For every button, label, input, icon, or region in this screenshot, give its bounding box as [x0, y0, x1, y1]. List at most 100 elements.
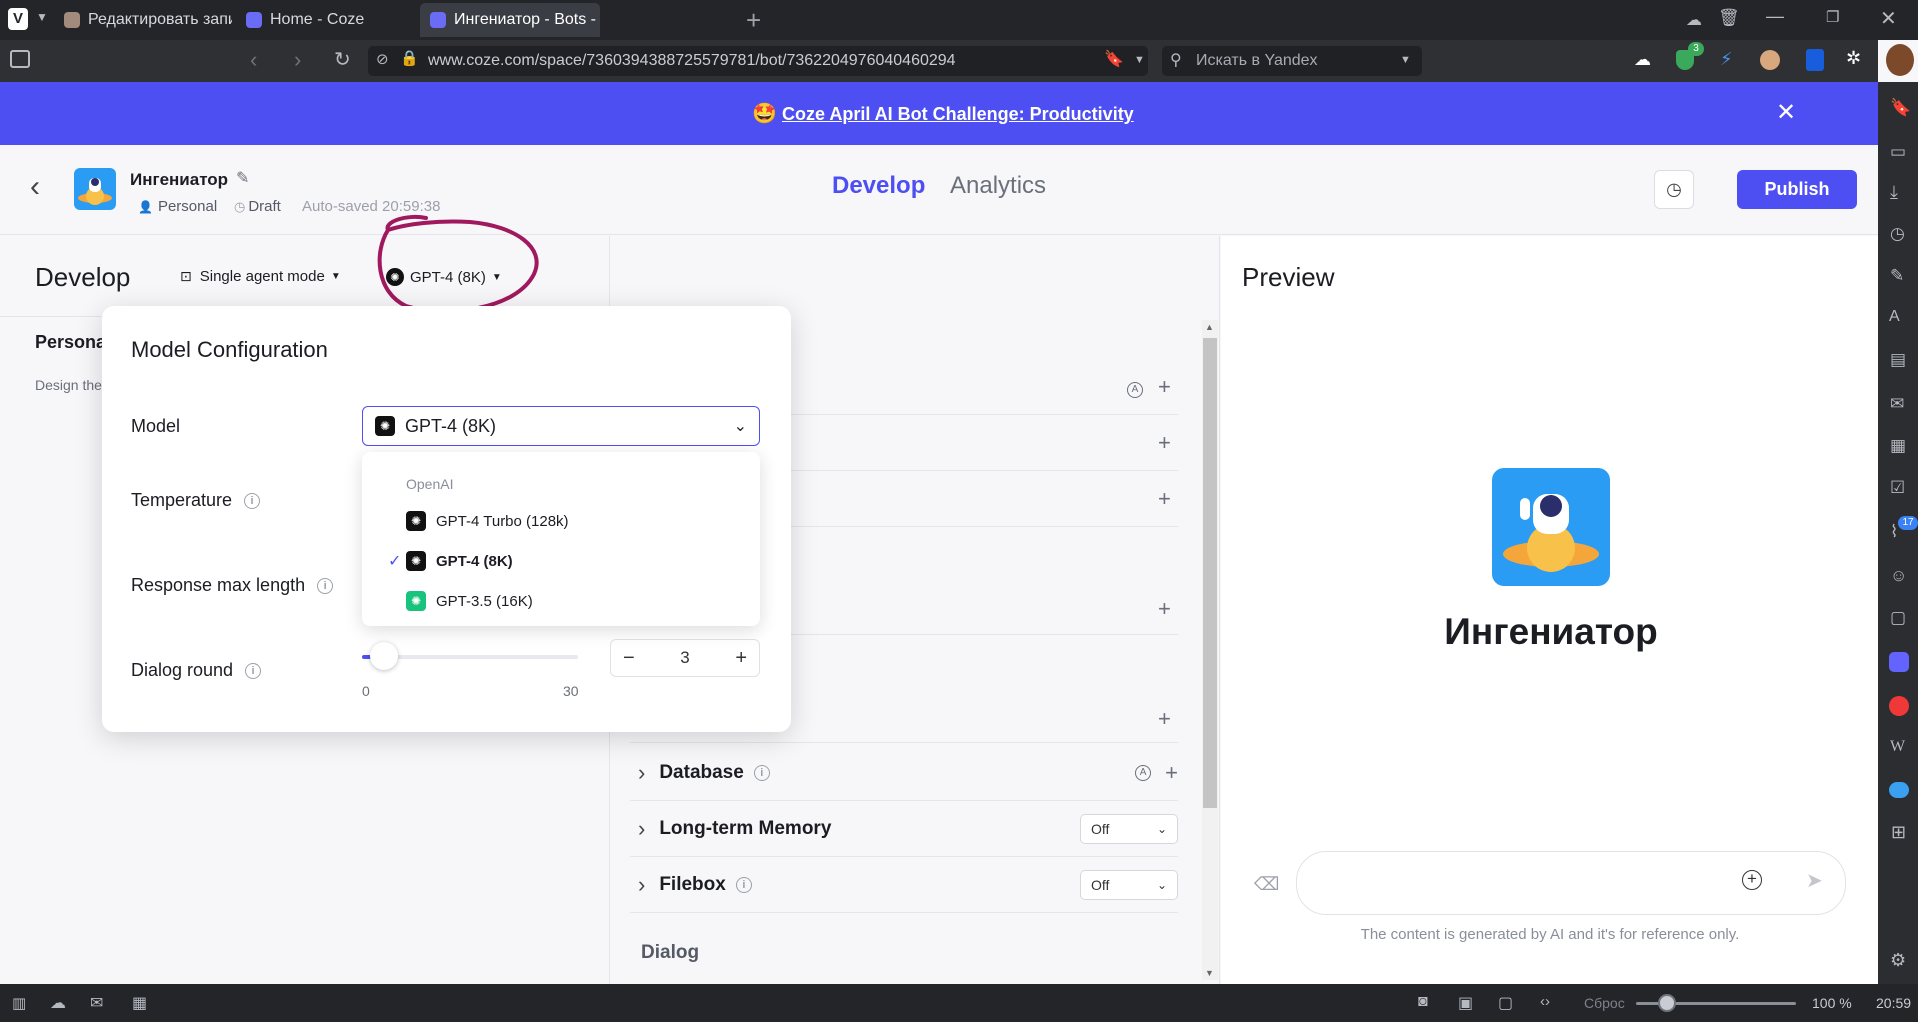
calendar-status-icon[interactable]: ▦	[132, 993, 147, 1013]
option-gpt4-turbo[interactable]: ✺ GPT-4 Turbo (128k)	[362, 501, 760, 541]
bookmark-icon[interactable]: 🔖	[1104, 49, 1124, 69]
tab-list-chevron-icon[interactable]: ▼	[36, 10, 48, 24]
add-knowledge-icon[interactable]: +	[1158, 596, 1171, 622]
panel-reader-icon[interactable]: ▭	[1890, 142, 1906, 162]
banner-close-icon[interactable]: ✕	[1776, 98, 1796, 127]
info-icon[interactable]: i	[317, 577, 334, 594]
minimize-icon[interactable]: —	[1766, 6, 1784, 27]
banner-link[interactable]: Coze April AI Bot Challenge: Productivit…	[782, 104, 1134, 125]
add-variable-icon[interactable]: +	[1158, 706, 1171, 732]
history-button[interactable]: ◷	[1654, 170, 1694, 209]
mail-status-icon[interactable]: ✉	[90, 993, 103, 1013]
forward-icon[interactable]: ›	[294, 47, 301, 73]
panel-download-icon[interactable]: ⤓	[1890, 182, 1898, 203]
dialog-round-stepper[interactable]: − 3 +	[610, 639, 760, 677]
add-database-icon[interactable]: +	[1165, 760, 1178, 786]
maximize-icon[interactable]: ❐	[1826, 8, 1839, 26]
reload-icon[interactable]: ↻	[334, 47, 351, 72]
url-field[interactable]: www.coze.com/space/7360394388725579781/b…	[368, 46, 1148, 76]
tab-home-coze[interactable]: Home - Coze	[236, 3, 418, 37]
auto-icon: A	[1127, 382, 1143, 398]
bot-avatar[interactable]	[74, 168, 116, 210]
option-gpt35[interactable]: ✺ GPT-3.5 (16K)	[362, 581, 760, 621]
panel-mail-icon[interactable]: ✉	[1890, 394, 1904, 414]
scroll-down-icon[interactable]: ▼	[1205, 968, 1214, 978]
plus-icon[interactable]: +	[735, 647, 747, 670]
panel-contacts-icon[interactable]: ☺	[1890, 566, 1907, 586]
panel-add-icon[interactable]: ⊞	[1891, 822, 1906, 843]
add-trigger-icon[interactable]: +	[1158, 486, 1171, 512]
zoom-slider-thumb[interactable]	[1658, 994, 1676, 1012]
filebox-row[interactable]: › Filebox i Off ⌄	[630, 857, 1178, 913]
database-row[interactable]: › Database i A +	[630, 745, 1178, 801]
profile-avatar[interactable]	[1886, 44, 1914, 76]
owl-extension-icon[interactable]	[1760, 50, 1780, 70]
clear-history-icon[interactable]: ⌫	[1254, 874, 1279, 895]
zoom-reset-label[interactable]: Сброс	[1584, 995, 1625, 1011]
option-gpt4-8k[interactable]: ✓ ✺ GPT-4 (8K)	[362, 541, 760, 581]
panel-toggle-icon[interactable]	[10, 50, 30, 68]
panel-mastodon-icon[interactable]	[1889, 652, 1909, 672]
publish-button[interactable]: Publish	[1737, 170, 1857, 209]
memory-select[interactable]: Off ⌄	[1080, 813, 1178, 844]
panel-history-icon[interactable]: ◷	[1890, 224, 1905, 244]
model-select[interactable]: ✺ GPT-4 (8K) ⌄	[362, 406, 760, 446]
dialog-slider-thumb[interactable]	[369, 642, 398, 670]
sync-cloud-icon[interactable]: ☁	[1634, 50, 1651, 70]
extensions-puzzle-icon[interactable]: ✲	[1846, 48, 1861, 69]
bitwarden-icon[interactable]	[1806, 49, 1824, 71]
filebox-select[interactable]: Off ⌄	[1080, 869, 1178, 900]
trash-icon[interactable]: 🗑	[1718, 8, 1740, 28]
page-actions-icon[interactable]: ‹›	[1540, 993, 1550, 1010]
agent-mode-selector[interactable]: ⊡ Single agent mode ▼	[180, 268, 341, 285]
panel-calendar-icon[interactable]: ▦	[1890, 436, 1906, 456]
panel-vivaldi-icon[interactable]	[1889, 696, 1909, 716]
close-window-icon[interactable]: ✕	[1880, 6, 1897, 31]
info-icon[interactable]: i	[245, 662, 262, 679]
panel-bookmark-icon[interactable]: 🔖	[1890, 98, 1911, 118]
panel-feed-icon[interactable]: ⌇	[1890, 522, 1898, 542]
add-attachment-icon[interactable]: +	[1742, 870, 1762, 890]
scroll-up-icon[interactable]: ▲	[1205, 322, 1214, 332]
screenshot-icon[interactable]: ◙	[1418, 993, 1428, 1011]
vivaldi-menu-icon[interactable]: V	[8, 8, 28, 30]
tab-analytics[interactable]: Analytics	[950, 172, 1046, 200]
image-toggle-icon[interactable]: ▣	[1458, 993, 1473, 1013]
tab-bots-coze[interactable]: Ингениатор - Bots - Coze	[420, 3, 600, 37]
history-dropdown-icon[interactable]: ▼	[1134, 54, 1145, 66]
back-chevron-icon[interactable]: ‹	[30, 172, 40, 202]
scrollbar-thumb[interactable]	[1203, 338, 1217, 808]
panel-tasks-icon[interactable]: ☑	[1890, 478, 1905, 498]
zoom-level[interactable]: 100 %	[1812, 995, 1852, 1011]
back-icon[interactable]: ‹	[250, 47, 257, 73]
panel-notes-icon[interactable]: ✎	[1890, 266, 1904, 286]
minus-icon[interactable]: −	[623, 647, 635, 670]
search-input[interactable]: Искать в Yandex	[1162, 46, 1422, 76]
edit-name-icon[interactable]: ✎	[236, 168, 249, 188]
panel-window-icon[interactable]: ▤	[1890, 350, 1906, 370]
cloud-icon[interactable]: ☁	[1686, 10, 1702, 30]
panel-translate-icon[interactable]: A	[1889, 308, 1900, 326]
panel-toggle-icon[interactable]: ▥	[12, 994, 26, 1012]
send-icon[interactable]: ➤	[1806, 868, 1823, 893]
info-icon[interactable]: i	[753, 764, 770, 781]
tracker-block-icon[interactable]: ⊘	[376, 50, 389, 68]
new-tab-plus-icon[interactable]: +	[746, 5, 761, 36]
chat-input[interactable]	[1296, 851, 1846, 915]
panel-wikipedia-icon[interactable]: W	[1890, 738, 1905, 756]
panel-cloud-app-icon[interactable]	[1889, 782, 1909, 798]
add-workflow-icon[interactable]: +	[1158, 430, 1171, 456]
sync-status-icon[interactable]: ☁	[50, 993, 66, 1013]
page-tiling-icon[interactable]: ▢	[1498, 993, 1513, 1013]
dialog-round-value[interactable]: 3	[680, 648, 689, 668]
tab-develop[interactable]: Develop	[832, 172, 925, 200]
memory-row[interactable]: › Long-term Memory Off ⌄	[630, 801, 1178, 857]
panel-settings-icon[interactable]: ⚙	[1890, 950, 1906, 971]
tab-edit-post[interactable]: Редактировать запись "Ch	[54, 3, 232, 37]
feather-extension-icon[interactable]: ⚡	[1720, 49, 1733, 70]
panel-chat-icon[interactable]: ▢	[1890, 608, 1906, 628]
search-engine-chevron-icon[interactable]: ▼	[1400, 54, 1411, 66]
info-icon[interactable]: i	[735, 876, 752, 893]
add-plugin-icon[interactable]: +	[1158, 374, 1171, 400]
info-icon[interactable]: i	[244, 492, 261, 509]
